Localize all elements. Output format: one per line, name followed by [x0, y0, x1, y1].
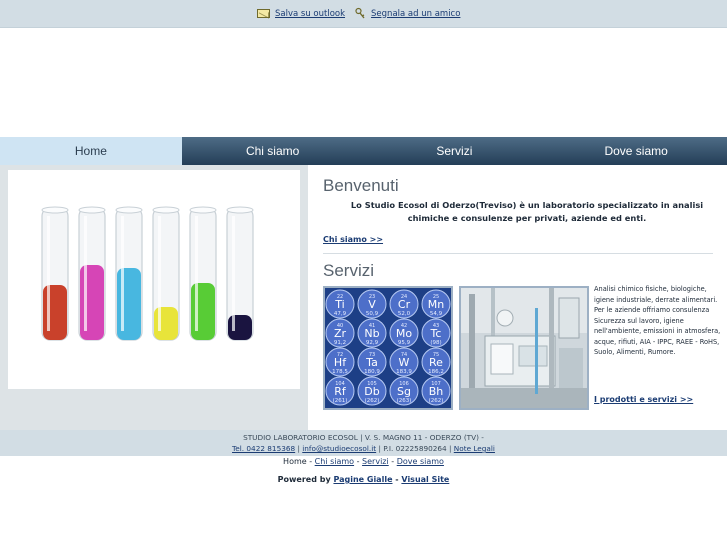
footer-address: STUDIO LABORATORIO ECOSOL | V. S. MAGNO … — [243, 433, 484, 442]
test-tube — [78, 206, 106, 341]
svg-text:Re: Re — [429, 356, 443, 369]
services-title: Servizi — [323, 261, 375, 280]
bottom-nav-servizi[interactable]: Servizi — [362, 457, 389, 466]
welcome-title: Benvenuti — [323, 176, 399, 195]
svg-text:Tc: Tc — [430, 327, 442, 340]
svg-text:50,9: 50,9 — [366, 311, 379, 317]
bottom-nav-sep: - — [354, 457, 363, 466]
footer-vat: | P.I. 02225890264 | — [376, 444, 454, 453]
element-hf: 72Hf178,5 — [325, 347, 355, 377]
envelope-icon — [257, 9, 270, 18]
section-divider — [323, 253, 713, 254]
top-links: Salva su outlook Segnala ad un amico — [257, 7, 460, 20]
svg-text:(262): (262) — [429, 398, 444, 404]
svg-text:Db: Db — [364, 385, 379, 398]
main-content: Benvenuti Lo Studio Ecosol di Oderzo(Tre… — [0, 165, 727, 430]
bottom-nav-home[interactable]: Home — [283, 457, 307, 466]
element-w: 74W183,9 — [389, 347, 419, 377]
svg-text:183,9: 183,9 — [396, 369, 412, 375]
test-tube — [189, 206, 217, 341]
svg-text:(263): (263) — [397, 398, 412, 404]
nav-home[interactable]: Home — [0, 137, 182, 165]
element-zr: 40Zr91,2 — [325, 318, 355, 348]
svg-text:Mn: Mn — [428, 298, 444, 311]
footer-email-link[interactable]: info@studioecosol.it — [302, 444, 376, 453]
save-outlook-label: Salva su outlook — [275, 8, 346, 19]
element-nb: 41Nb92,9 — [357, 318, 387, 348]
content-column: Benvenuti Lo Studio Ecosol di Oderzo(Tre… — [308, 165, 727, 430]
svg-text:Nb: Nb — [364, 327, 379, 340]
element-mn: 25Mn54,9 — [421, 289, 451, 319]
footer-phone-link[interactable]: Tel. 0422 815368 — [232, 444, 295, 453]
svg-text:54,9: 54,9 — [430, 311, 443, 317]
test-tube — [152, 206, 180, 341]
nav-chi-siamo[interactable]: Chi siamo — [182, 137, 364, 165]
hero-image — [8, 170, 300, 389]
pagine-gialle-link[interactable]: Pagine Gialle — [333, 475, 392, 484]
prodotti-servizi-link[interactable]: I prodotti e servizi >> — [594, 395, 693, 404]
svg-text:Ti: Ti — [334, 298, 344, 311]
svg-text:52,0: 52,0 — [398, 311, 411, 317]
save-outlook-link[interactable]: Salva su outlook — [257, 7, 345, 20]
test-tube — [115, 206, 143, 341]
element-bh: 107Bh(262) — [421, 376, 451, 406]
element-re: 75Re186,2 — [421, 347, 451, 377]
element-db: 105Db(262) — [357, 376, 387, 406]
element-tc: 43Tc(98) — [421, 318, 451, 348]
chi-siamo-more-link[interactable]: Chi siamo >> — [323, 235, 383, 244]
element-ta: 73Ta180,9 — [357, 347, 387, 377]
bottom-nav-sep: - — [388, 457, 397, 466]
nav-servizi[interactable]: Servizi — [364, 137, 546, 165]
svg-text:(98): (98) — [430, 340, 441, 346]
element-cr: 24Cr52,0 — [389, 289, 419, 319]
bottom-nav-chi-siamo[interactable]: Chi siamo — [315, 457, 354, 466]
svg-text:47,9: 47,9 — [334, 311, 347, 317]
svg-text:Bh: Bh — [429, 385, 444, 398]
svg-text:91,2: 91,2 — [334, 340, 346, 346]
welcome-text: Lo Studio Ecosol di Oderzo(Treviso) è un… — [350, 200, 704, 223]
test-tubes-image — [41, 206, 254, 341]
svg-text:95,9: 95,9 — [398, 340, 411, 346]
svg-text:(262): (262) — [365, 398, 380, 404]
footer-legal-link[interactable]: Note Legali — [454, 444, 495, 453]
svg-text:Rf: Rf — [334, 385, 347, 398]
visual-site-link[interactable]: Visual Site — [401, 475, 449, 484]
svg-text:W: W — [399, 356, 410, 369]
test-tube — [226, 206, 254, 341]
element-mo: 42Mo95,9 — [389, 318, 419, 348]
svg-text:180,9: 180,9 — [364, 369, 380, 375]
top-bar: Salva su outlook Segnala ad un amico — [0, 0, 727, 28]
test-tube — [41, 206, 69, 341]
element-v: 23V50,9 — [357, 289, 387, 319]
recommend-friend-label: Segnala ad un amico — [371, 8, 461, 19]
bottom-nav-dove-siamo[interactable]: Dove siamo — [397, 457, 444, 466]
svg-text:(261): (261) — [333, 398, 348, 404]
svg-text:Ta: Ta — [365, 356, 378, 369]
footer-contacts: Tel. 0422 815368 | info@studioecosol.it … — [0, 443, 727, 454]
lab-equipment-image — [459, 286, 589, 410]
svg-text:Zr: Zr — [334, 327, 347, 340]
element-ti: 22Ti47,9 — [325, 289, 355, 319]
element-sg: 106Sg(263) — [389, 376, 419, 406]
svg-text:92,9: 92,9 — [366, 340, 379, 346]
svg-text:Sg: Sg — [397, 385, 411, 398]
periodic-table-image: 22 Ti 47,9 23 V 50,9 24 Cr 52,0 25 Mn 54,9 40 Zr 91,2 4… — [323, 286, 453, 410]
powered-by-label: Powered by — [277, 475, 334, 484]
svg-text:V: V — [368, 298, 376, 311]
recommend-friend-link[interactable]: Segnala ad un amico — [355, 7, 460, 20]
svg-text:178,5: 178,5 — [332, 369, 348, 375]
bottom-nav-sep: - — [306, 457, 315, 466]
svg-text:Mo: Mo — [396, 327, 412, 340]
bottom-nav: Home - Chi siamo - Servizi - Dove siamo — [0, 457, 727, 466]
main-nav: Home Chi siamo Servizi Dove siamo — [0, 137, 727, 165]
svg-text:186,2: 186,2 — [428, 369, 444, 375]
recommend-icon — [355, 7, 365, 19]
footer: STUDIO LABORATORIO ECOSOL | V. S. MAGNO … — [0, 430, 727, 456]
services-description: Analisi chimico fisiche, biologiche, igi… — [594, 285, 721, 356]
svg-text:Hf: Hf — [334, 356, 347, 369]
nav-dove-siamo[interactable]: Dove siamo — [545, 137, 727, 165]
element-rf: 104Rf(261) — [325, 376, 355, 406]
svg-text:Cr: Cr — [398, 298, 411, 311]
powered-by: Powered by Pagine Gialle - Visual Site — [0, 475, 727, 484]
